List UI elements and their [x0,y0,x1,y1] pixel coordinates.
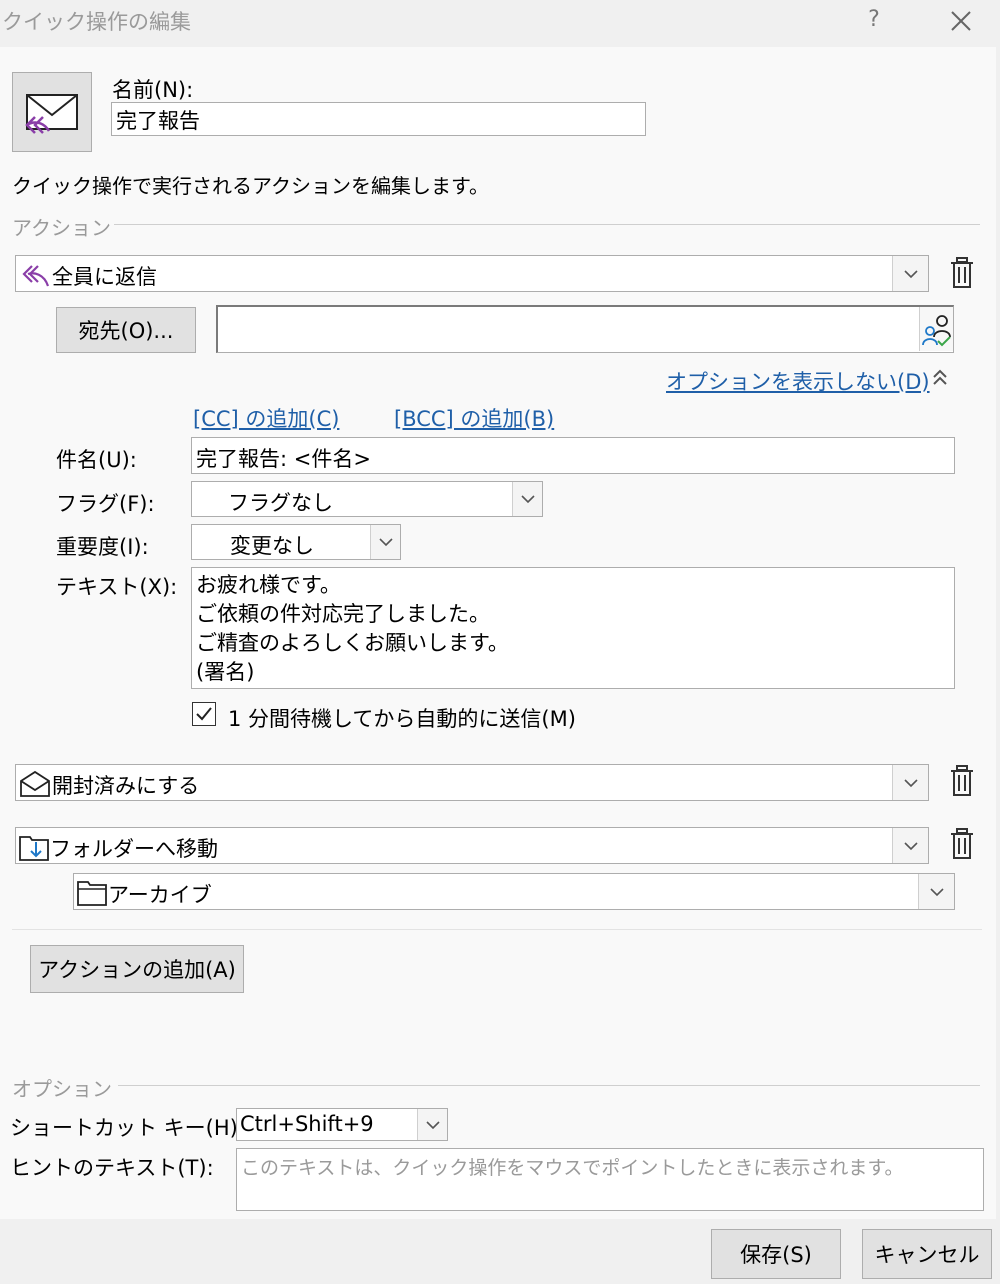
target-folder-dropdown[interactable]: アーカイブ [73,873,955,910]
description-text: クイック操作で実行されるアクションを編集します。 [12,174,489,198]
actions-separator [114,224,980,225]
quick-step-icon-button[interactable] [12,72,92,152]
subject-label: 件名(U): [56,448,137,472]
importance-value: 変更なし [230,534,314,558]
to-button[interactable]: 宛先(O)... [56,307,196,353]
options-separator [118,1085,980,1086]
close-icon [951,11,971,31]
chevron-down-icon [903,269,918,278]
delete-mark-read-button[interactable] [946,763,978,799]
flag-dropdown[interactable]: フラグなし [191,481,543,517]
hide-options-link[interactable]: オプションを表示しない(D) [666,366,930,396]
flag-value: フラグなし [228,491,333,515]
name-input[interactable]: 完了報告 [111,102,646,136]
help-button[interactable]: ? [862,4,886,36]
options-section-label: オプション [12,1077,112,1101]
collapse-button[interactable] [928,366,952,390]
action-reply-all-dropdown[interactable]: 全員に返信 [15,255,929,292]
name-label: 名前(N): [112,78,194,102]
checkmark-icon [196,707,212,721]
delete-reply-all-button[interactable] [946,255,978,291]
target-folder-value: アーカイブ [108,883,212,907]
mark-read-dropdown-arrow[interactable] [892,765,928,800]
chevron-down-icon [378,538,393,547]
importance-dropdown-arrow[interactable] [370,525,400,559]
reply-all-dropdown-arrow[interactable] [892,256,928,291]
action-reply-all-value: 全員に返信 [52,265,157,289]
reply-all-icon [22,265,50,287]
auto-send-label: 1 分間待機してから自動的に送信(M) [228,707,576,731]
title-bar: クイック操作の編集 ? [0,0,1000,44]
actions-section-label: アクション [12,216,111,240]
address-book-icon [922,315,951,347]
actions-bottom-separator [12,929,982,930]
close-button[interactable] [946,4,976,36]
address-book-button[interactable] [919,307,953,351]
chevron-down-icon [520,495,535,504]
chevron-down-icon [903,778,918,787]
body-text-line: お疲れ様です。 [196,573,341,597]
text-label: テキスト(X): [56,575,178,599]
shortcut-label: ショートカット キー(H): [10,1116,245,1140]
hint-label: ヒントのテキスト(T): [10,1156,214,1180]
body-text-line: (署名) [196,660,255,684]
save-button[interactable]: 保存(S) [711,1229,841,1279]
importance-label: 重要度(I): [56,535,149,559]
add-action-button[interactable]: アクションの追加(A) [30,945,244,993]
trash-icon [951,257,973,288]
cancel-button[interactable]: キャンセル [862,1229,992,1279]
auto-send-checkbox[interactable] [192,702,216,726]
add-bcc-link[interactable]: [BCC] の追加(B) [394,403,554,433]
target-folder-dropdown-arrow[interactable] [918,874,954,909]
chevron-down-icon [425,1120,440,1129]
shortcut-dropdown-arrow[interactable] [417,1109,447,1140]
flag-label: フラグ(F): [56,492,155,516]
chevron-down-icon [929,887,944,896]
trash-icon [951,828,973,859]
to-input[interactable] [216,305,954,353]
folder-icon [77,881,107,906]
body-text-line: ご精査のよろしくお願いします。 [196,631,509,655]
chevron-double-up-icon [933,369,947,385]
chevron-down-icon [903,841,918,850]
hint-text-area[interactable]: このテキストは、クイック操作をマウスでポイントしたときに表示されます。 [236,1148,984,1211]
name-value: 完了報告 [116,109,200,133]
trash-icon [951,765,973,796]
shortcut-value: Ctrl+Shift+9 [240,1112,374,1136]
shortcut-dropdown[interactable]: Ctrl+Shift+9 [236,1108,448,1141]
window-title: クイック操作の編集 [2,10,191,34]
body-text-area[interactable]: お疲れ様です。 ご依頼の件対応完了しました。 ご精査のよろしくお願いします。 (… [191,567,955,689]
action-move-folder-dropdown[interactable]: フォルダーへ移動 [15,827,929,864]
action-mark-read-dropdown[interactable]: 開封済みにする [15,764,929,801]
action-move-folder-value: フォルダーへ移動 [50,837,218,861]
delete-move-folder-button[interactable] [946,826,978,862]
flag-dropdown-arrow[interactable] [512,482,542,516]
envelope-open-icon [20,770,50,797]
importance-dropdown[interactable]: 変更なし [191,524,401,560]
body-text-line: ご依頼の件対応完了しました。 [196,602,490,626]
folder-move-icon [19,836,49,861]
envelope-reply-icon [25,94,78,134]
add-cc-link[interactable]: [CC] の追加(C) [193,403,339,433]
move-folder-dropdown-arrow[interactable] [892,828,928,863]
hint-placeholder: このテキストは、クイック操作をマウスでポイントしたときに表示されます。 [241,1157,904,1179]
subject-value: 完了報告: <件名> [196,447,371,471]
subject-input[interactable]: 完了報告: <件名> [191,437,955,474]
action-mark-read-value: 開封済みにする [52,774,200,798]
